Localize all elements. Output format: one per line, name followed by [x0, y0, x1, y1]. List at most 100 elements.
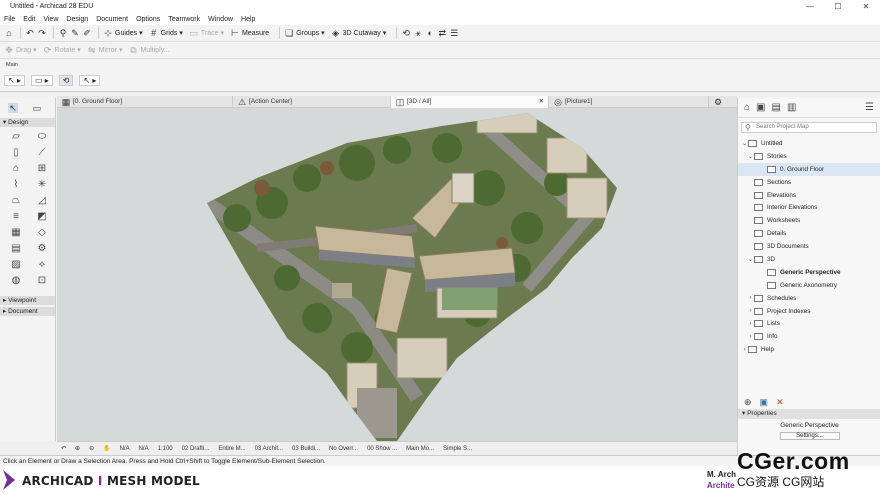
- shell-tool-icon[interactable]: ◿: [30, 193, 54, 208]
- pan-icon[interactable]: ✋: [103, 445, 110, 452]
- design-section-header[interactable]: ▾ Design: [0, 118, 55, 127]
- chevron-down-icon[interactable]: ⌄: [747, 153, 754, 160]
- mesh-tool-icon[interactable]: ◇: [30, 225, 54, 240]
- model-view-value[interactable]: 03 Buildi...: [292, 446, 320, 452]
- undo-icon[interactable]: ↶: [25, 28, 35, 38]
- chevron-right-icon[interactable]: ›: [747, 321, 754, 327]
- window-tool-icon[interactable]: ⊞: [30, 161, 54, 176]
- properties-header[interactable]: ▾ Properties: [738, 409, 880, 419]
- menu-options[interactable]: Options: [136, 16, 160, 23]
- teamwork-icon[interactable]: ⇄: [437, 28, 447, 38]
- view-map-icon[interactable]: ▣: [756, 102, 765, 113]
- door-tool-icon[interactable]: ⌂: [4, 161, 28, 176]
- opening-tool-icon[interactable]: ◍: [4, 273, 28, 288]
- tree-item-stories[interactable]: ⌄ Stories: [738, 150, 880, 163]
- orbit-icon[interactable]: ⟲: [401, 28, 411, 38]
- column-tool-icon[interactable]: ▯: [4, 145, 28, 160]
- chevron-right-icon[interactable]: ›: [741, 347, 748, 353]
- multiply-button[interactable]: ⧉ Multiply...: [129, 45, 169, 55]
- layout-book-icon[interactable]: ▤: [772, 102, 781, 113]
- home-icon[interactable]: ⌂: [4, 28, 14, 38]
- layers-icon[interactable]: ☰: [449, 28, 459, 38]
- zone-tool-icon[interactable]: ▤: [4, 241, 28, 256]
- tree-item-details[interactable]: Details: [738, 227, 880, 240]
- document-section-header[interactable]: ▸ Document: [0, 307, 55, 316]
- roof-tool-icon[interactable]: ⏢: [4, 193, 28, 208]
- save-view-icon[interactable]: ▣: [760, 397, 769, 408]
- tab-close-icon[interactable]: ✕: [539, 96, 544, 108]
- mirror-button[interactable]: ⇋ Mirror ▾: [87, 45, 123, 55]
- tree-item-3d-documents[interactable]: 3D Documents: [738, 240, 880, 253]
- tab-options-icon[interactable]: ⚙: [713, 97, 723, 107]
- tree-item-schedules[interactable]: › Schedules: [738, 292, 880, 305]
- project-map-icon[interactable]: ⌂: [744, 102, 750, 113]
- layer-combination-value[interactable]: 02 Drafti...: [182, 446, 210, 452]
- menu-file[interactable]: File: [4, 16, 15, 23]
- menu-help[interactable]: Help: [241, 16, 255, 23]
- cutaway-button[interactable]: ◈ 3D Cutaway ▾: [331, 28, 386, 38]
- skylight-tool-icon[interactable]: ⟡: [30, 257, 54, 272]
- tree-item-3d[interactable]: ⌄ 3D: [738, 253, 880, 266]
- publisher-icon[interactable]: ▥: [787, 102, 796, 113]
- pointer-mode-select[interactable]: ↖ ▸: [4, 75, 25, 86]
- rotate-button[interactable]: ⟳ Rotate ▾: [43, 45, 81, 55]
- tree-item-lists[interactable]: › Lists: [738, 317, 880, 330]
- lamp-tool-icon[interactable]: ✳: [30, 177, 54, 192]
- 3d-viewport[interactable]: [57, 108, 737, 441]
- delete-icon[interactable]: ✕: [776, 397, 784, 408]
- tree-item-interior-elevations[interactable]: Interior Elevations: [738, 201, 880, 214]
- menu-teamwork[interactable]: Teamwork: [168, 16, 200, 23]
- minimize-button[interactable]: —: [796, 0, 824, 13]
- guides-button[interactable]: ⊹ Guides ▾: [103, 28, 142, 38]
- tree-item-generic-perspective[interactable]: Generic Perspective: [738, 266, 880, 279]
- slab-tool-icon[interactable]: ⬭: [30, 129, 54, 144]
- stair-tool-icon[interactable]: ⌇: [4, 177, 28, 192]
- renovation-value[interactable]: 00 Show ...: [367, 446, 397, 452]
- tree-item-worksheets[interactable]: Worksheets: [738, 214, 880, 227]
- grids-button[interactable]: # Grids ▾: [149, 28, 183, 38]
- chevron-down-icon[interactable]: ⌄: [741, 140, 748, 147]
- railing-tool-icon[interactable]: ≡: [4, 209, 28, 224]
- morph-tool-icon[interactable]: ◩: [30, 209, 54, 224]
- tree-item-ground-floor[interactable]: 0. Ground Floor: [738, 162, 880, 176]
- arrow-tool-icon[interactable]: ↖: [8, 103, 18, 113]
- zoom-out-icon[interactable]: ⊖: [89, 445, 94, 452]
- chevron-right-icon[interactable]: ›: [747, 295, 754, 301]
- beam-tool-icon[interactable]: ⟋: [30, 145, 54, 160]
- tree-item-sections[interactable]: Sections: [738, 176, 880, 189]
- maximize-button[interactable]: ☐: [824, 0, 852, 13]
- orientation-value[interactable]: N/A: [120, 446, 130, 452]
- tree-item-elevations[interactable]: Elevations: [738, 189, 880, 202]
- tab-3d-all[interactable]: ◫ [3D / All] ✕: [391, 95, 549, 108]
- tree-item-project-indexes[interactable]: › Project Indexes: [738, 305, 880, 318]
- curtain-wall-tool-icon[interactable]: ▦: [4, 225, 28, 240]
- arrow-tool-select[interactable]: ↖ ▸: [79, 75, 101, 86]
- settings-button[interactable]: Settings...: [779, 432, 840, 440]
- search-field[interactable]: ⚲ Search Project Map: [741, 122, 877, 133]
- menu-view[interactable]: View: [43, 16, 58, 23]
- menu-edit[interactable]: Edit: [23, 16, 35, 23]
- redo-icon[interactable]: ↷: [37, 28, 47, 38]
- scale-value[interactable]: 1:100: [158, 446, 173, 452]
- menu-window[interactable]: Window: [208, 16, 233, 23]
- orbit-toggle[interactable]: ⟲: [58, 75, 74, 86]
- fill-tool-icon[interactable]: ▨: [4, 257, 28, 272]
- tree-item-info[interactable]: › Info: [738, 330, 880, 343]
- wall-tool-icon[interactable]: ▱: [4, 129, 28, 144]
- tab-ground-floor[interactable]: ▦ [0. Ground Floor]: [57, 95, 233, 108]
- tree-item-untitled[interactable]: ⌄ Untitled: [738, 137, 880, 150]
- undo-view-icon[interactable]: ↶: [61, 445, 66, 452]
- syringe-icon[interactable]: ✐: [82, 28, 92, 38]
- model-display-value[interactable]: Main Mo...: [406, 446, 434, 452]
- chevron-right-icon[interactable]: ›: [747, 308, 754, 314]
- tree-item-help[interactable]: › Help: [738, 343, 880, 356]
- render-icon[interactable]: ◐: [425, 28, 435, 38]
- menu-document[interactable]: Document: [96, 16, 128, 23]
- navigator-menu-icon[interactable]: ☰: [865, 102, 874, 113]
- marquee-tool-icon[interactable]: ▭: [32, 103, 42, 113]
- angle-value[interactable]: N/A: [139, 446, 149, 452]
- tab-action-center[interactable]: ⚠ [Action Center]: [233, 95, 391, 108]
- selection-method-select[interactable]: ▭ ▸: [30, 75, 53, 86]
- override-value[interactable]: No Overr...: [329, 446, 358, 452]
- groups-button[interactable]: ❏ Groups ▾: [284, 28, 324, 38]
